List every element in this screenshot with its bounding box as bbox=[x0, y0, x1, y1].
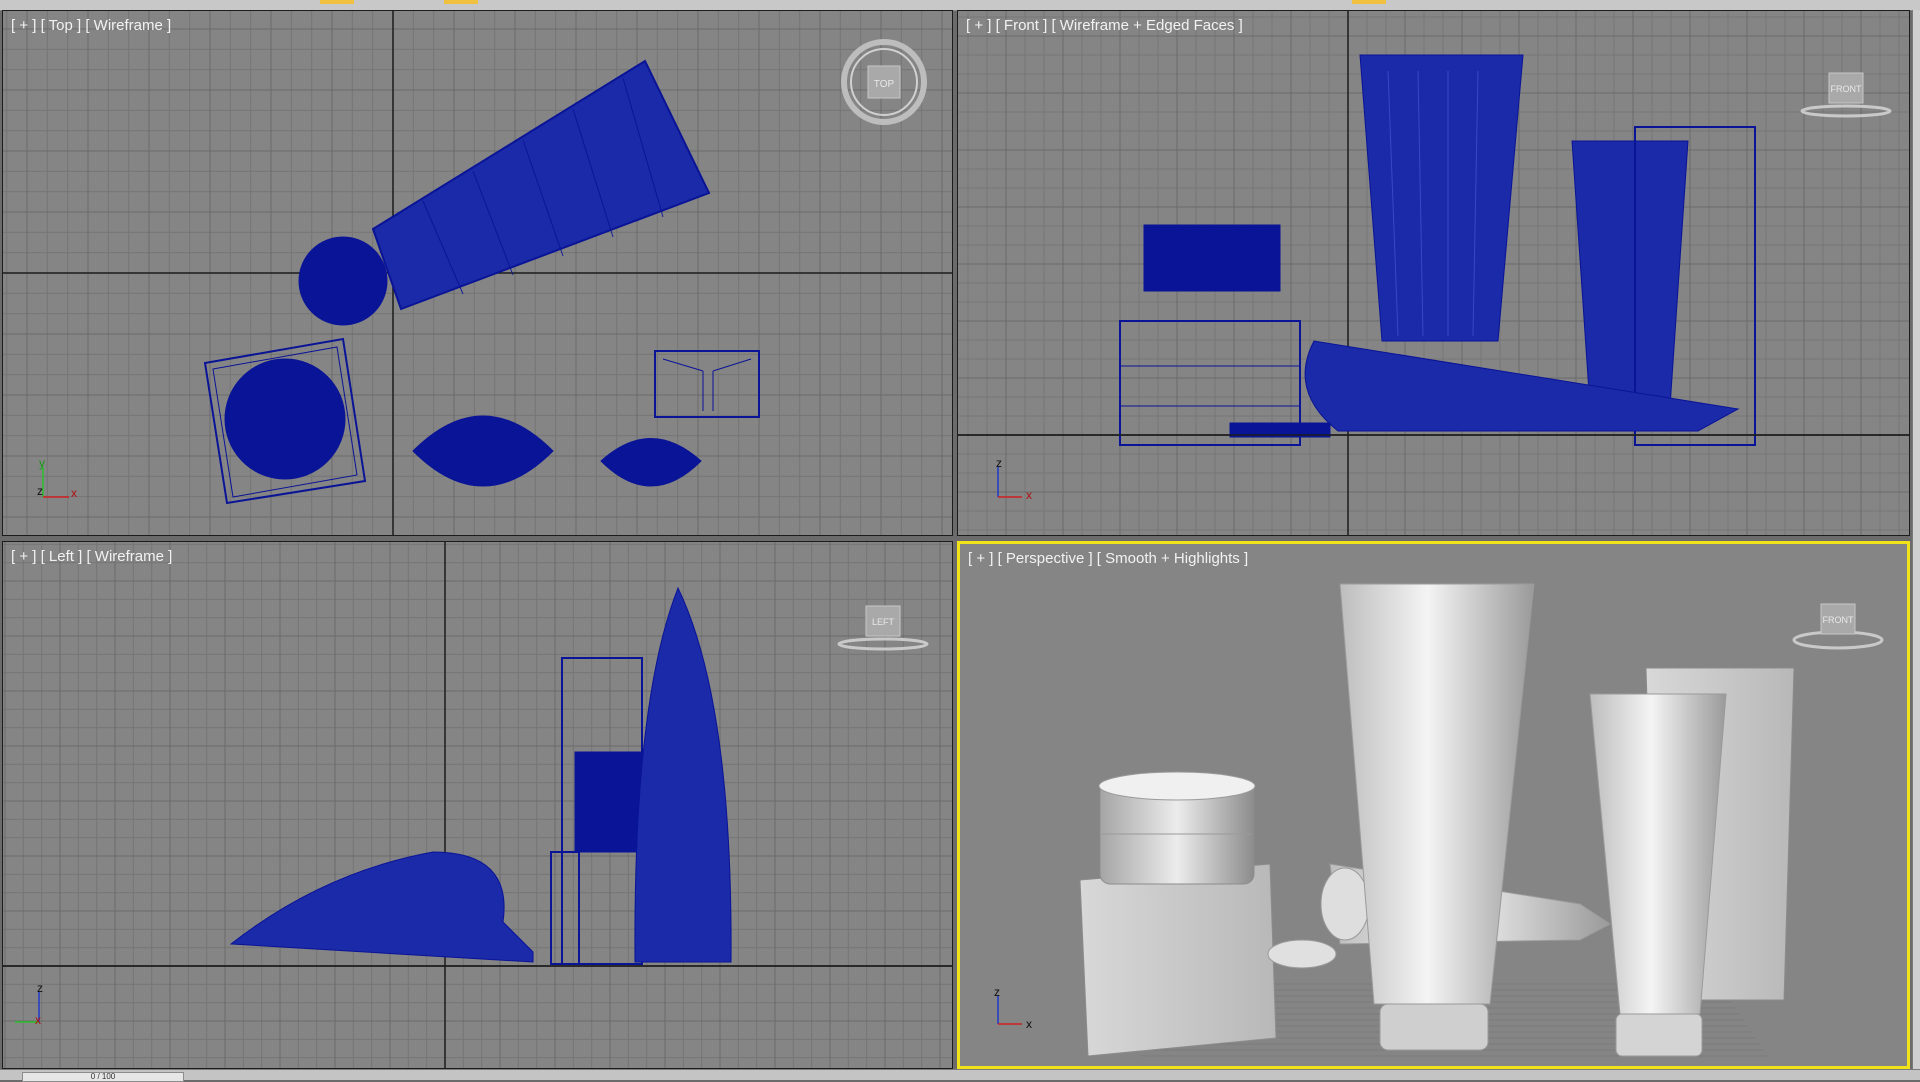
viewport-label[interactable]: [ + ] [ Top ] [ Wireframe ] bbox=[11, 17, 171, 34]
viewport-label[interactable]: [ + ] [ Front ] [ Wireframe + Edged Face… bbox=[966, 17, 1243, 34]
viewcube-label: FRONT bbox=[1823, 615, 1854, 625]
viewport-label[interactable]: [ + ] [ Perspective ] [ Smooth + Highlig… bbox=[968, 550, 1248, 567]
svg-text:x: x bbox=[1026, 488, 1032, 502]
viewport-front[interactable]: [ + ] [ Front ] [ Wireframe + Edged Face… bbox=[957, 10, 1910, 536]
viewport-perspective[interactable]: [ + ] [ Perspective ] [ Smooth + Highlig… bbox=[957, 541, 1910, 1069]
perspective-shaded-objects bbox=[1079, 583, 1795, 1057]
short-tube-wire bbox=[1571, 140, 1689, 408]
svg-text:x: x bbox=[35, 1013, 41, 1027]
svg-text:z: z bbox=[37, 484, 43, 498]
jar-lid-wire bbox=[1143, 224, 1281, 292]
viewport-label[interactable]: [ + ] [ Left ] [ Wireframe ] bbox=[11, 548, 172, 565]
svg-text:z: z bbox=[37, 982, 43, 995]
svg-text:z: z bbox=[994, 985, 1000, 999]
tall-tube-wire bbox=[1359, 54, 1524, 342]
box-base-wire bbox=[550, 851, 580, 965]
top-wireframe-objects bbox=[203, 59, 760, 505]
right-scroll-strip[interactable] bbox=[1912, 10, 1920, 1069]
timeline-bar[interactable]: 0 / 100 bbox=[0, 1069, 1920, 1082]
viewcube-label: LEFT bbox=[872, 617, 895, 627]
axis-tripod-icon: z x bbox=[988, 984, 1048, 1034]
svg-text:x: x bbox=[71, 486, 77, 500]
tube-cap-wire bbox=[298, 236, 388, 326]
tube-body-wire bbox=[371, 59, 711, 311]
jar-box bbox=[1079, 863, 1277, 1057]
front-wireframe-objects bbox=[958, 54, 1909, 446]
left-wireframe-objects bbox=[3, 586, 952, 967]
small-cap-shape-wire bbox=[600, 438, 702, 487]
cap-shape-wire bbox=[412, 415, 554, 487]
viewcube-top-icon[interactable]: TOP bbox=[841, 39, 927, 125]
svg-text:x: x bbox=[1026, 1017, 1032, 1031]
viewcube-front-icon[interactable]: FRONT bbox=[1796, 59, 1896, 119]
toolbar-highlight bbox=[320, 0, 354, 4]
time-slider-frame[interactable]: 0 / 100 bbox=[22, 1072, 184, 1082]
flip-cap bbox=[1267, 939, 1337, 969]
viewport-top[interactable]: [ + ] [ Top ] [ Wireframe ] TOP z x y bbox=[2, 10, 953, 536]
axis-tripod-icon: z x bbox=[5, 981, 65, 1032]
svg-text:y: y bbox=[39, 457, 45, 470]
svg-text:z: z bbox=[996, 457, 1002, 470]
viewcube-left-icon[interactable]: LEFT bbox=[833, 592, 933, 652]
axis-tripod-icon: z x bbox=[988, 456, 1048, 507]
toolbar-highlight bbox=[1352, 0, 1386, 4]
viewcube-label: TOP bbox=[874, 79, 895, 90]
viewcube-label: FRONT bbox=[1831, 84, 1862, 94]
toolbar-highlight bbox=[444, 0, 478, 4]
tall-tube-wire bbox=[634, 586, 732, 963]
axis-tripod-icon: z x y bbox=[33, 456, 93, 507]
viewport-left[interactable]: [ + ] [ Left ] [ Wireframe ] LEFT z x bbox=[2, 541, 953, 1069]
lying-tube-wire bbox=[229, 851, 534, 963]
jar-wire bbox=[224, 358, 346, 480]
viewcube-front-icon[interactable]: FRONT bbox=[1788, 592, 1888, 652]
